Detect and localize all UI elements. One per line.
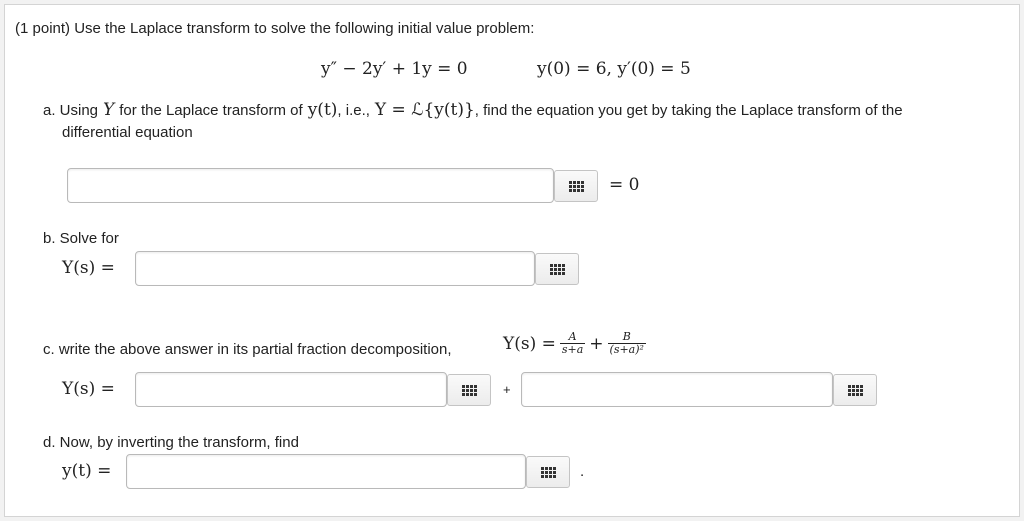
fraction-b-denominator: (s+a)² [609,343,644,356]
keypad-grid-icon [461,384,477,396]
fraction-a-denominator: s+a [561,343,584,356]
part-a-answer-input[interactable] [67,168,554,203]
problem-panel: (1 point) Use the Laplace transform to s… [4,4,1020,517]
part-a-mid: for the Laplace transform of [119,102,303,119]
part-a-laplace-def: Y = ℒ{y(t)} [374,100,475,120]
part-b-label: b. Solve for [43,230,119,247]
initial-conditions: y(0) = 6, y′(0) = 5 [537,59,691,79]
part-a-line2: differential equation [62,124,193,141]
part-c-answer-input-1[interactable] [135,372,447,407]
problem-intro: (1 point) Use the Laplace transform to s… [15,20,535,37]
part-c-answer-input-2[interactable] [521,372,833,407]
part-d-lhs: y(t) = [62,461,112,481]
part-d-period: . [580,463,585,480]
part-b-answer-input[interactable] [135,251,535,286]
part-d-answer-input[interactable] [126,454,526,489]
keypad-grid-icon [549,263,565,275]
keypad-button-c2[interactable] [833,374,877,406]
part-c-lhs-inline: Y(s) = [503,333,556,354]
fraction-a: A s+a [559,331,586,356]
partial-fraction-form: Y(s) = A s+a + B (s+a)² [503,331,646,356]
differential-equation: y″ − 2y′ + 1y = 0 [321,59,468,79]
part-c-between-plus: + [503,382,511,397]
keypad-grid-icon [847,384,863,396]
part-a-suffix: , find the equation you get by taking th… [474,102,903,119]
part-a-ie: , i.e., [337,102,370,119]
part-c-plus: + [589,333,604,354]
part-a-equals-zero: = 0 [609,175,640,195]
part-a-question: a. Using Y for the Laplace transform of … [43,101,903,120]
keypad-button-a[interactable] [554,170,598,202]
part-c-label: c. write the above answer in its partial… [43,341,452,358]
part-a-var-y: Y [103,100,115,120]
part-a-prefix: a. Using [43,102,99,119]
keypad-button-c1[interactable] [447,374,491,406]
keypad-grid-icon [540,466,556,478]
part-b-lhs: Y(s) = [62,258,115,278]
keypad-button-d[interactable] [526,456,570,488]
part-d-label: d. Now, by inverting the transform, find [43,434,299,451]
keypad-grid-icon [568,180,584,192]
part-c-lhs: Y(s) = [62,379,115,399]
keypad-button-b[interactable] [535,253,579,285]
fraction-b: B (s+a)² [607,331,646,356]
part-a-y-of-t: y(t) [307,100,338,120]
